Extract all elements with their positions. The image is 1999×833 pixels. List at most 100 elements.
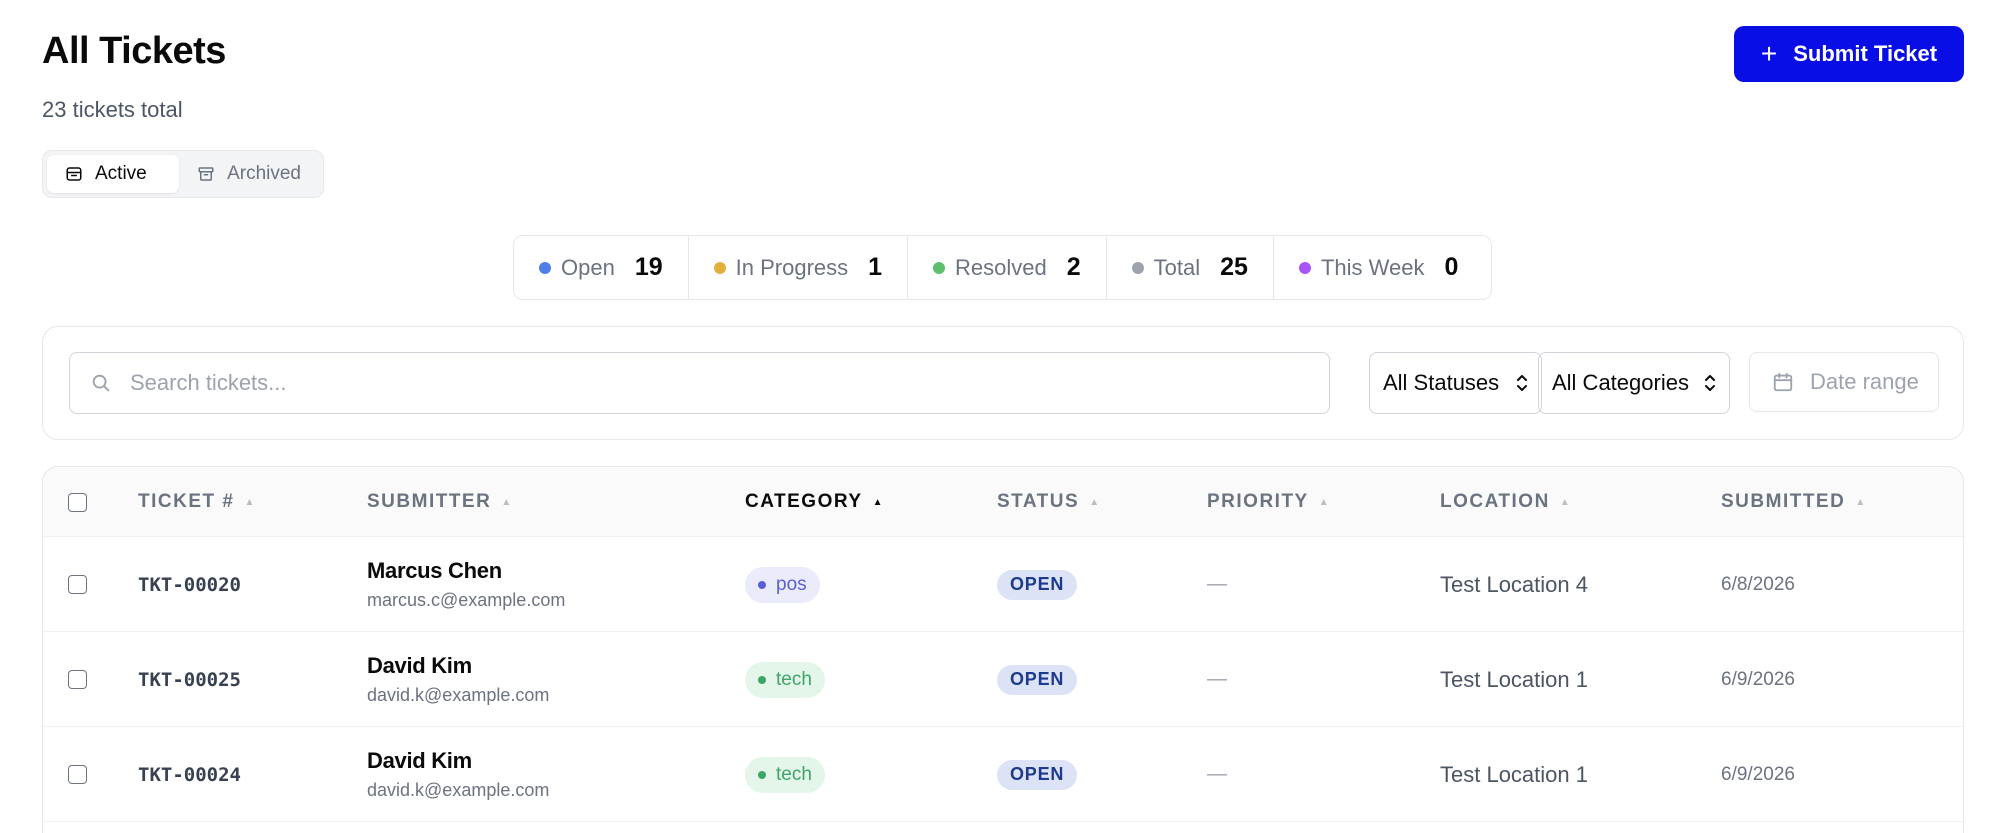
- archive-icon: [198, 167, 214, 181]
- ticket-id[interactable]: TKT-00024: [138, 764, 241, 786]
- ticket-id[interactable]: TKT-00020: [138, 574, 241, 596]
- calendar-icon: [1773, 372, 1793, 392]
- status-cell: OPEN: [997, 537, 1078, 632]
- category-filter-select[interactable]: All Categories: [1538, 352, 1730, 414]
- category-badge: tech: [745, 661, 825, 698]
- submitter-cell: David Kim david.k@example.com: [367, 632, 549, 727]
- ticket-id[interactable]: TKT-00025: [138, 669, 241, 691]
- stat-total: Total 25: [1107, 236, 1274, 299]
- column-header-location[interactable]: LOCATION ▲: [1440, 467, 1570, 537]
- stat-label: This Week: [1320, 254, 1425, 280]
- stat-value: 1: [868, 253, 883, 281]
- category-label: tech: [776, 763, 812, 785]
- submit-ticket-button[interactable]: + Submit Ticket: [1734, 26, 1964, 82]
- stats-bar: Open 19 In Progress 1 Resolved 2 Total 2…: [513, 235, 1492, 300]
- ticket-count: 23 tickets total: [42, 97, 183, 122]
- ticket-id-cell: TKT-00024: [138, 727, 241, 822]
- priority-cell: —: [1207, 632, 1227, 727]
- category-badge: pos: [745, 566, 820, 603]
- category-label: pos: [776, 573, 807, 595]
- column-label: TICKET #: [138, 491, 235, 512]
- tickets-table: TICKET # ▲ SUBMITTER ▲ CATEGORY ▲ STATUS ▲ P…: [42, 466, 1964, 833]
- tab-archived[interactable]: Archived: [179, 155, 319, 193]
- tab-archived-label: Archived: [227, 163, 301, 184]
- sort-arrow-icon: ▲: [1855, 496, 1866, 508]
- stat-in-progress: In Progress 1: [689, 236, 909, 299]
- column-header-submitted[interactable]: SUBMITTED ▲: [1721, 467, 1865, 537]
- submitted-cell: 6/9/2026: [1721, 727, 1795, 822]
- column-header-category[interactable]: CATEGORY ▲: [745, 467, 882, 537]
- status-badge: OPEN: [997, 664, 1078, 695]
- submit-ticket-label: Submit Ticket: [1793, 41, 1938, 66]
- stat-label: Resolved: [955, 254, 1047, 280]
- table-row[interactable]: TKT-00020 Marcus Chen marcus.c@example.c…: [43, 537, 1963, 632]
- stat-open: Open 19: [514, 236, 689, 299]
- priority-cell: —: [1207, 537, 1227, 632]
- stat-label: Total: [1153, 254, 1201, 280]
- status-filter-value: All Statuses: [1383, 370, 1500, 395]
- search-icon: [92, 374, 110, 392]
- status-dot: [1131, 261, 1144, 274]
- chevron-up-down-icon: [1705, 375, 1715, 391]
- category-cell: tech: [745, 727, 825, 822]
- submitted-cell: 6/8/2026: [1721, 537, 1795, 632]
- status-dot: [539, 261, 551, 274]
- status-cell: OPEN: [997, 632, 1078, 727]
- stat-label: Open: [561, 254, 615, 280]
- submitter-email: david.k@example.com: [367, 780, 550, 800]
- column-label: SUBMITTED: [1721, 491, 1846, 512]
- row-checkbox[interactable]: [68, 575, 87, 594]
- status-dot: [713, 261, 726, 274]
- stat-value: 2: [1066, 253, 1081, 281]
- row-checkbox[interactable]: [68, 765, 87, 784]
- tab-active[interactable]: Active: [47, 155, 180, 193]
- stat-resolved: Resolved 2: [908, 236, 1107, 299]
- sort-arrow-icon: ▲: [1089, 496, 1100, 508]
- ticket-id-cell: TKT-00020: [138, 537, 241, 632]
- category-dot: [758, 675, 766, 684]
- status-cell: OPEN: [997, 727, 1078, 822]
- status-badge: OPEN: [997, 569, 1078, 600]
- table-row[interactable]: TKT-00024 David Kim david.k@example.com …: [43, 727, 1963, 822]
- status-filter-select[interactable]: All Statuses: [1369, 352, 1542, 414]
- sort-arrow-icon: ▲: [501, 496, 512, 508]
- location-cell: Test Location 1: [1440, 727, 1588, 822]
- status-badge: OPEN: [997, 759, 1078, 790]
- column-header-priority[interactable]: PRIORITY ▲: [1207, 467, 1329, 537]
- stat-value: 0: [1444, 253, 1459, 281]
- select-all-checkbox[interactable]: [68, 493, 87, 512]
- category-badge: tech: [745, 756, 825, 793]
- submitter-email: marcus.c@example.com: [367, 590, 566, 610]
- sort-arrow-icon: ▲: [1559, 496, 1570, 508]
- column-header-status[interactable]: STATUS ▲: [997, 467, 1099, 537]
- search-input[interactable]: [130, 370, 1280, 396]
- chevron-up-down-icon: [1517, 375, 1527, 391]
- submitted-cell: 6/9/2026: [1721, 632, 1795, 727]
- column-label: STATUS: [997, 491, 1080, 512]
- category-filter-value: All Categories: [1552, 370, 1689, 395]
- submitter-name: David Kim: [367, 748, 472, 773]
- tickets-page: All Tickets 23 tickets total + Submit Ti…: [0, 0, 1999, 833]
- submitted-date: 6/9/2026: [1721, 668, 1795, 690]
- search-box: [69, 352, 1330, 414]
- table-row[interactable]: TKT-00025 David Kim david.k@example.com …: [43, 632, 1963, 727]
- column-header-submitter[interactable]: SUBMITTER ▲: [367, 467, 511, 537]
- sort-arrow-icon: ▲: [244, 496, 255, 508]
- plus-icon: +: [1760, 38, 1778, 69]
- location-value: Test Location 4: [1440, 571, 1588, 597]
- column-header-ticket[interactable]: TICKET # ▲: [138, 467, 254, 537]
- column-label: PRIORITY: [1207, 491, 1309, 512]
- category-cell: pos: [745, 537, 820, 632]
- submitter-name: David Kim: [367, 653, 472, 678]
- sort-arrow-icon: ▲: [872, 496, 883, 508]
- inbox-icon: [66, 167, 82, 181]
- stat-this-week: This Week 0: [1274, 236, 1483, 299]
- priority-value: —: [1207, 573, 1227, 595]
- submitter-cell: David Kim david.k@example.com: [367, 727, 549, 822]
- priority-value: —: [1207, 668, 1227, 690]
- date-range-button[interactable]: Date range: [1749, 352, 1939, 412]
- column-label: SUBMITTER: [367, 491, 492, 512]
- submitter-name: Marcus Chen: [367, 558, 502, 583]
- submitter-cell: Marcus Chen marcus.c@example.com: [367, 537, 565, 632]
- row-checkbox[interactable]: [68, 670, 87, 689]
